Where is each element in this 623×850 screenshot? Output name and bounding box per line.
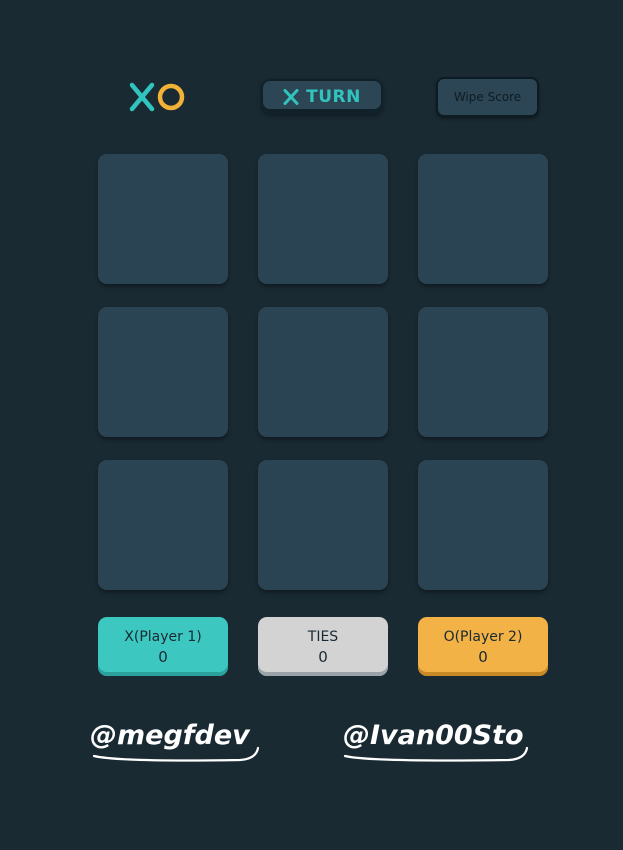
game-screen: TURN Wipe Score X(Player 1) 0 TIES 0 O(P… <box>0 0 623 850</box>
underline-swoosh-icon <box>92 746 260 762</box>
game-board <box>98 154 548 590</box>
score-label-x: X(Player 1) <box>124 628 202 645</box>
wipe-score-button[interactable]: Wipe Score <box>436 77 539 117</box>
xo-logo <box>129 82 187 112</box>
turn-label: TURN <box>306 86 361 107</box>
board-cell-4[interactable] <box>98 307 228 437</box>
board-cell-1[interactable] <box>98 154 228 284</box>
score-value-o: 0 <box>478 647 488 666</box>
score-card-x: X(Player 1) 0 <box>98 617 228 676</box>
board-cell-7[interactable] <box>98 460 228 590</box>
score-label-o: O(Player 2) <box>443 628 523 645</box>
xo-logo-icon <box>129 82 185 112</box>
score-label-ties: TIES <box>307 628 339 645</box>
underline-swoosh-icon <box>343 746 529 762</box>
x-mark-icon <box>283 88 299 105</box>
board-cell-3[interactable] <box>418 154 548 284</box>
board-cell-5[interactable] <box>258 307 388 437</box>
board-cell-9[interactable] <box>418 460 548 590</box>
board-cell-2[interactable] <box>258 154 388 284</box>
score-card-o: O(Player 2) 0 <box>418 617 548 676</box>
score-value-x: 0 <box>158 647 168 666</box>
board-cell-8[interactable] <box>258 460 388 590</box>
score-card-ties: TIES 0 <box>258 617 388 676</box>
score-value-ties: 0 <box>318 647 328 666</box>
turn-indicator: TURN <box>261 79 383 114</box>
board-cell-6[interactable] <box>418 307 548 437</box>
